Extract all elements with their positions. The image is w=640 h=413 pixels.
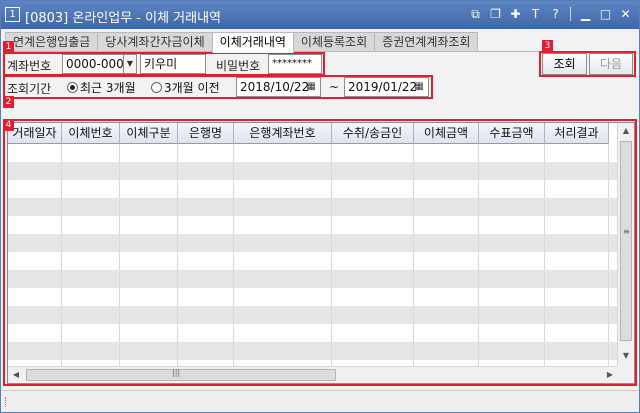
scroll-up-icon[interactable]: ▲ — [618, 126, 634, 135]
col-transfer-amount[interactable]: 이체금액 — [414, 123, 479, 144]
col-bank-name[interactable]: 은행명 — [178, 123, 234, 144]
radio-dot-selected — [67, 82, 78, 93]
account-label: 계좌번호 — [7, 59, 52, 73]
radio-recent-label: 최근 3개월 — [80, 81, 136, 95]
col-bank-account[interactable]: 은행계좌번호 — [234, 123, 332, 144]
date-from-value: 2018/10/22 — [240, 80, 310, 94]
date-from-field[interactable]: 2018/10/22 ▦ — [236, 77, 321, 97]
column-divider — [61, 144, 62, 368]
table-row[interactable] — [8, 342, 621, 360]
column-divider — [119, 144, 120, 368]
table-row[interactable] — [8, 162, 621, 180]
scrollbar-corner — [617, 366, 634, 383]
col-trade-date[interactable]: 거래일자 — [8, 123, 62, 144]
table-row[interactable] — [8, 234, 621, 252]
annotation-badge-3: 3 — [542, 40, 553, 52]
search-button[interactable]: 조회 — [542, 53, 587, 75]
tab-transfer-registration[interactable]: 이체등록조회 — [292, 32, 376, 52]
copy-window-icon[interactable]: ❐ — [488, 6, 503, 22]
table-row[interactable] — [8, 216, 621, 234]
column-divider — [413, 144, 414, 368]
tab-securities-linked[interactable]: 증권연계계좌조회 — [374, 32, 479, 52]
thumb-grip-icon: ≡ — [623, 227, 630, 236]
resize-grip-icon[interactable] — [5, 397, 8, 407]
calendar-icon[interactable]: ▦ — [411, 79, 427, 95]
password-field[interactable]: ******** — [268, 54, 322, 74]
vertical-scroll-thumb[interactable]: ≡ — [620, 141, 632, 341]
column-divider — [608, 144, 609, 368]
font-icon[interactable]: T — [528, 6, 543, 22]
radio-dot — [151, 82, 162, 93]
date-range-separator: ~ — [329, 80, 340, 94]
tab-bar: 연계은행입출금 당사계좌간자금이체 이체거래내역 이체등록조회 증권연계계좌조회 — [5, 32, 479, 53]
table-row[interactable] — [8, 306, 621, 324]
horizontal-scroll-thumb[interactable]: ||| — [26, 368, 336, 381]
tab-transfer-history[interactable]: 이체거래내역 — [211, 32, 294, 53]
window-number-badge: 1 — [5, 7, 20, 22]
col-transfer-number[interactable]: 이체번호 — [62, 123, 120, 144]
annotation-badge-1: 1 — [3, 41, 14, 53]
scroll-down-icon[interactable]: ▼ — [618, 351, 634, 360]
radio-before-3-months[interactable]: 3개월 이전 — [151, 79, 220, 96]
window-title: [0803] 온라인업무 - 이체 거래내역 — [25, 11, 222, 26]
password-label: 비밀번호 — [216, 59, 261, 73]
col-result[interactable]: 처리결과 — [545, 123, 609, 144]
column-divider — [544, 144, 545, 368]
scroll-left-icon[interactable]: ◀ — [8, 370, 24, 379]
col-payee[interactable]: 수취/송금인 — [332, 123, 414, 144]
titlebar-divider — [570, 7, 571, 21]
account-number-select[interactable]: 0000-0000 — [62, 54, 124, 74]
period-label: 조회기간 — [7, 82, 52, 96]
radio-before-label: 3개월 이전 — [164, 81, 220, 95]
table-row[interactable] — [8, 144, 621, 162]
vertical-scrollbar[interactable]: ▲ ≡ ▼ — [617, 123, 634, 368]
next-button[interactable]: 다음 — [589, 53, 633, 75]
col-transfer-type[interactable]: 이체구분 — [120, 123, 178, 144]
account-name-field: 키우미 — [140, 54, 206, 74]
chevron-down-icon[interactable]: ▼ — [123, 54, 137, 74]
table-row[interactable] — [8, 252, 621, 270]
col-check-amount[interactable]: 수표금액 — [479, 123, 545, 144]
annotation-badge-2: 2 — [3, 96, 14, 108]
table-row[interactable] — [8, 324, 621, 342]
table-row[interactable] — [8, 180, 621, 198]
table-row[interactable] — [8, 270, 621, 288]
title-bar: 1 [0803] 온라인업무 - 이체 거래내역 ⧉ ❐ ✚ T ? ▁ □ ✕ — [1, 1, 639, 29]
maximize-icon[interactable]: □ — [598, 6, 613, 22]
date-to-value: 2019/01/22 — [348, 80, 418, 94]
column-divider — [331, 144, 332, 368]
annotation-badge-4: 4 — [3, 119, 14, 131]
thumb-grip-icon: ||| — [172, 368, 181, 377]
transfer-history-table: 거래일자 이체번호 이체구분 은행명 은행계좌번호 수취/송금인 이체금액 수표… — [7, 122, 635, 384]
column-divider — [177, 144, 178, 368]
help-icon[interactable]: ? — [548, 6, 563, 22]
radio-recent-3-months[interactable]: 최근 3개월 — [67, 79, 136, 96]
main-window: 1 [0803] 온라인업무 - 이체 거래내역 ⧉ ❐ ✚ T ? ▁ □ ✕… — [0, 0, 640, 413]
column-divider — [233, 144, 234, 368]
tab-internal-transfer[interactable]: 당사계좌간자금이체 — [97, 32, 213, 52]
status-bar — [1, 390, 639, 412]
table-header: 거래일자 이체번호 이체구분 은행명 은행계좌번호 수취/송금인 이체금액 수표… — [8, 123, 609, 144]
tab-divider — [5, 51, 635, 52]
table-row[interactable] — [8, 288, 621, 306]
scroll-right-icon[interactable]: ▶ — [602, 370, 618, 379]
date-to-field[interactable]: 2019/01/22 ▦ — [344, 77, 429, 97]
calendar-icon[interactable]: ▦ — [303, 79, 319, 95]
horizontal-scrollbar[interactable]: ◀ ||| ▶ — [8, 366, 621, 383]
restore-icon[interactable]: ⧉ — [468, 6, 483, 22]
pin-icon[interactable]: ✚ — [508, 6, 523, 22]
tab-linked-bank[interactable]: 연계은행입출금 — [5, 32, 99, 52]
close-icon[interactable]: ✕ — [618, 6, 633, 22]
column-divider — [478, 144, 479, 368]
table-row[interactable] — [8, 198, 621, 216]
minimize-icon[interactable]: ▁ — [578, 6, 593, 22]
